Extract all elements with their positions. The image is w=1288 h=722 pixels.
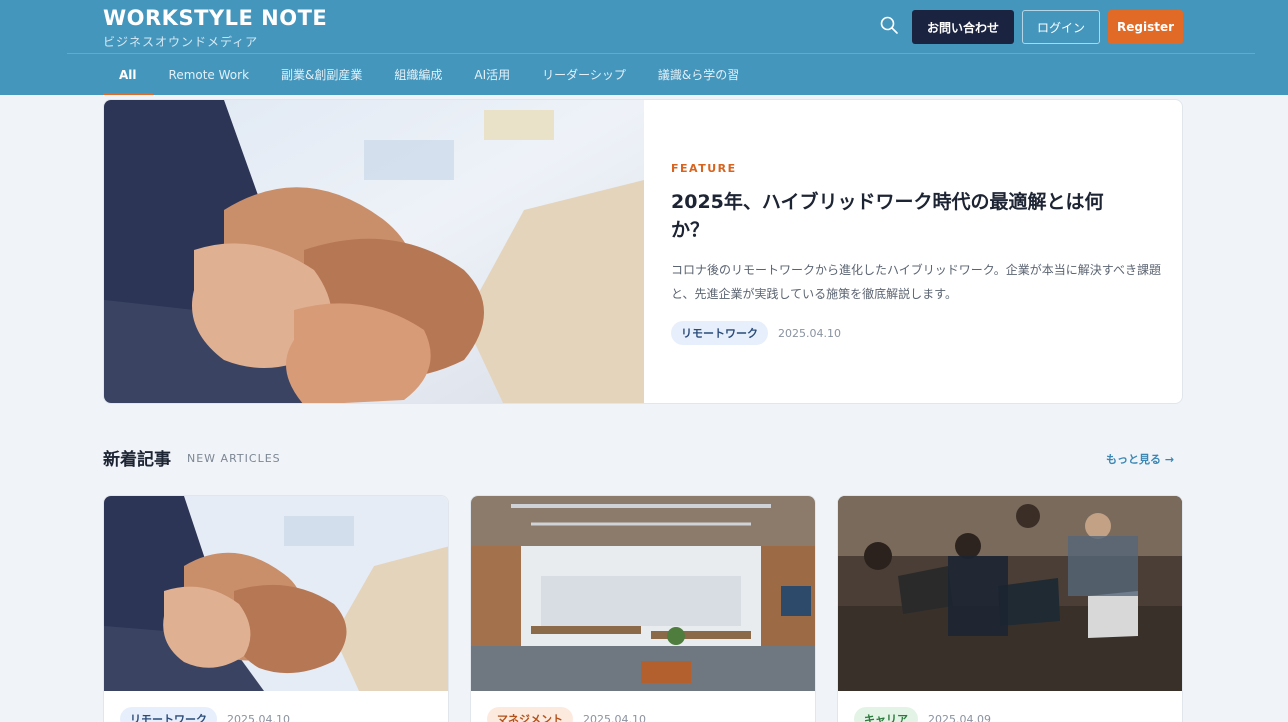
- article-date: 2025.04.10: [583, 712, 646, 722]
- nav-item-learning[interactable]: 議識&ら学の習: [642, 54, 755, 95]
- site-logo[interactable]: WORKSTYLE NOTE: [103, 6, 327, 30]
- section-title: 新着記事: [103, 450, 171, 470]
- card-meta: マネジメント 2025.04.10: [487, 707, 646, 722]
- article-card[interactable]: リモートワーク 2025.04.10: [103, 495, 449, 722]
- featured-image[interactable]: [104, 100, 644, 404]
- search-icon[interactable]: [879, 15, 899, 35]
- featured-meta: リモートワーク 2025.04.10: [671, 321, 841, 345]
- article-date: 2025.04.10: [227, 712, 290, 722]
- nav-item-organization[interactable]: 組織編成: [378, 54, 458, 95]
- card-meta: リモートワーク 2025.04.10: [120, 707, 290, 722]
- article-image[interactable]: [471, 496, 816, 691]
- featured-title[interactable]: 2025年、ハイブリッドワーク時代の最適解とは何か？: [671, 188, 1141, 244]
- nav-item-remote-work[interactable]: Remote Work: [153, 54, 266, 95]
- more-link[interactable]: もっと見る →: [1106, 451, 1174, 467]
- featured-description: コロナ後のリモートワークから進化したハイブリッドワーク。企業が本当に解決すべき課…: [671, 263, 1161, 301]
- article-card[interactable]: キャリア 2025.04.09: [837, 495, 1183, 722]
- section-subtitle: NEW ARTICLES: [187, 452, 281, 465]
- contact-button[interactable]: お問い合わせ: [912, 10, 1014, 44]
- featured-label: FEATURE: [671, 162, 737, 175]
- category-tag[interactable]: リモートワーク: [120, 707, 217, 722]
- nav-item-ai[interactable]: AI活用: [458, 54, 526, 95]
- nav-item-side-business[interactable]: 副業&創副産業: [265, 54, 378, 95]
- nav-item-leadership[interactable]: リーダーシップ: [526, 54, 642, 95]
- category-tag[interactable]: キャリア: [854, 707, 918, 722]
- register-button[interactable]: Register: [1108, 10, 1183, 44]
- article-date: 2025.04.09: [928, 712, 991, 722]
- featured-article[interactable]: FEATURE 2025年、ハイブリッドワーク時代の最適解とは何か？ コロナ後の…: [103, 99, 1183, 404]
- article-card[interactable]: マネジメント 2025.04.10: [470, 495, 816, 722]
- nav-item-all[interactable]: All: [103, 54, 153, 95]
- article-date: 2025.04.10: [778, 326, 841, 340]
- category-tag[interactable]: マネジメント: [487, 707, 573, 722]
- article-image[interactable]: [838, 496, 1183, 691]
- category-tag[interactable]: リモートワーク: [671, 321, 768, 345]
- login-button[interactable]: ログイン: [1022, 10, 1100, 44]
- site-header: WORKSTYLE NOTE ビジネスオウンドメディア お問い合わせ ログイン …: [0, 0, 1288, 95]
- site-tagline: ビジネスオウンドメディア: [103, 35, 259, 49]
- card-meta: キャリア 2025.04.09: [854, 707, 991, 722]
- article-image[interactable]: [104, 496, 449, 691]
- category-nav: All Remote Work 副業&創副産業 組織編成 AI活用 リーダーシッ…: [103, 54, 755, 95]
